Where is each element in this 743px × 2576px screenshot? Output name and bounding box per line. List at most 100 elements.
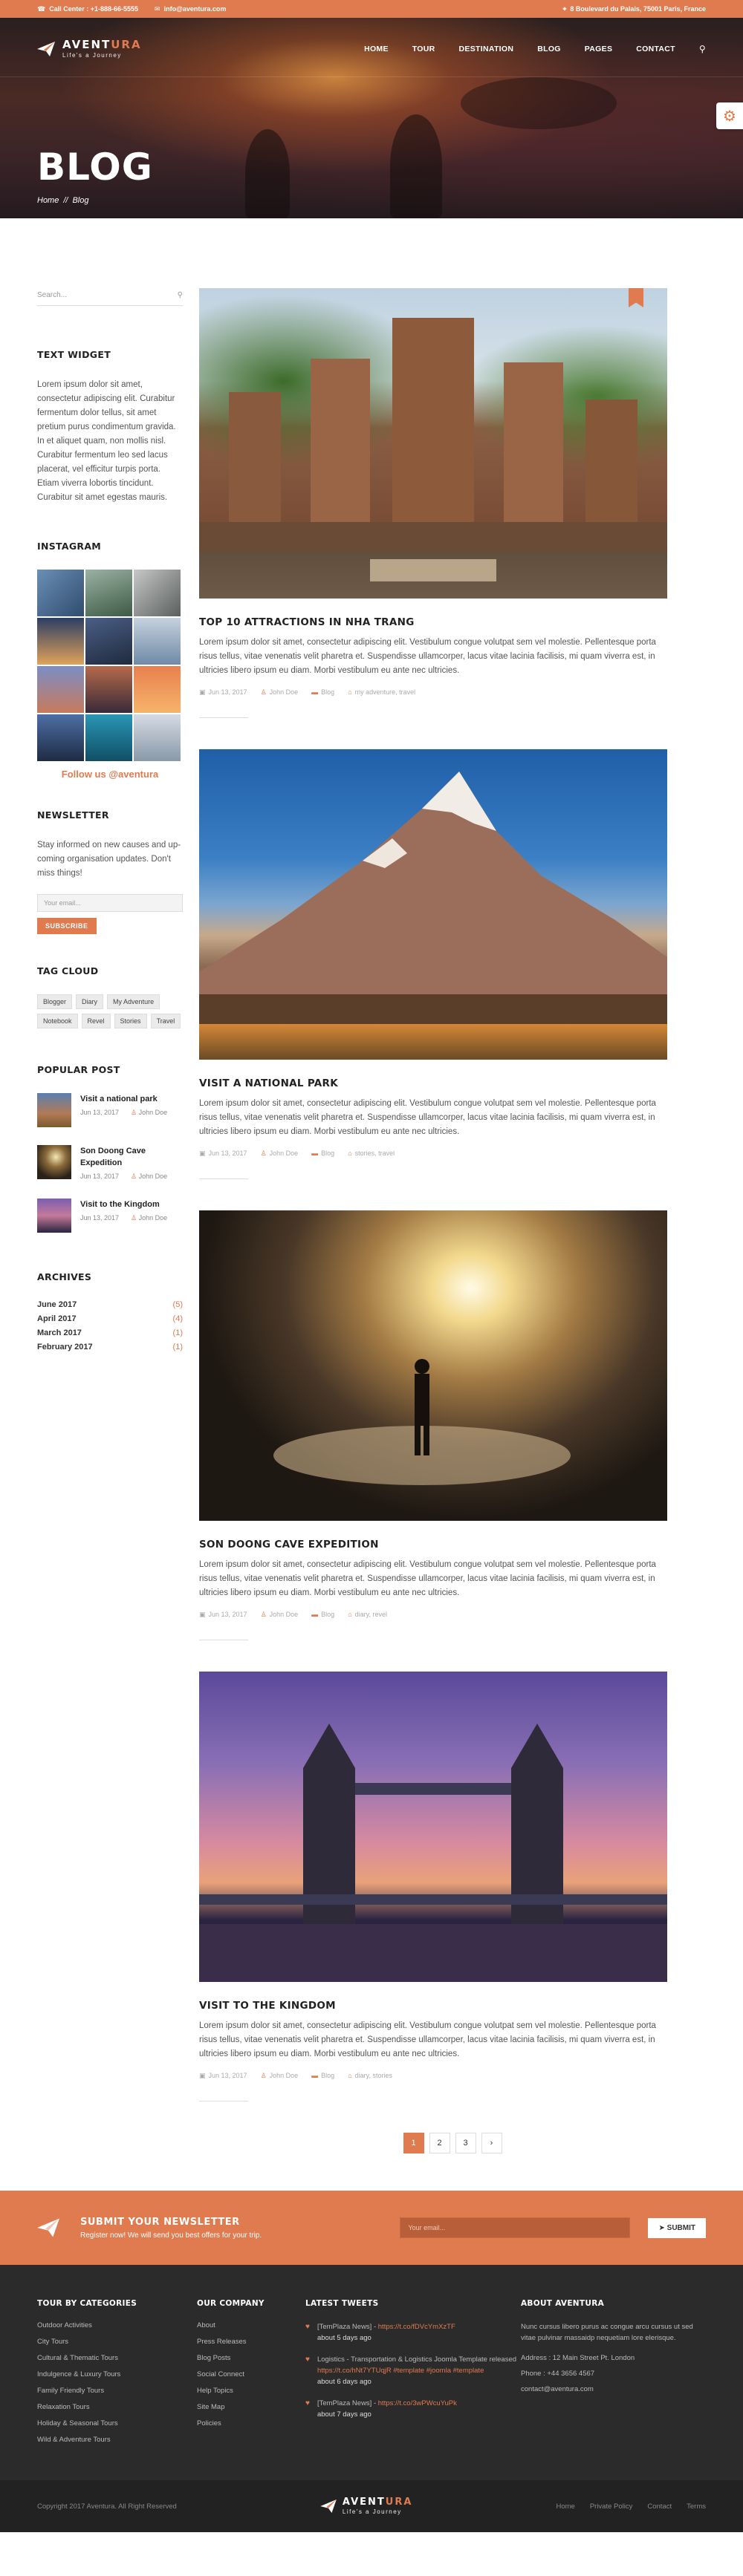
post-author[interactable]: John Doe	[270, 2072, 299, 2080]
archive-item[interactable]: February 2017 (1)	[37, 1343, 183, 1351]
post-title[interactable]: VISIT TO THE KINGDOM	[199, 2000, 706, 2012]
nav-blog[interactable]: BLOG	[537, 45, 561, 53]
post-tags[interactable]: stories, travel	[355, 1150, 395, 1158]
footer-category-link[interactable]: Holiday & Seasonal Tours	[37, 2419, 197, 2427]
tag-stories[interactable]: Stories	[114, 1014, 147, 1028]
popular-post-thumbnail[interactable]	[37, 1093, 71, 1127]
post-category[interactable]: Blog	[321, 2072, 334, 2080]
footer-link-contact[interactable]: Contact	[647, 2502, 672, 2511]
nav-tour[interactable]: TOUR	[412, 45, 435, 53]
popular-post-link[interactable]: Visit to the Kingdom	[80, 1199, 167, 1210]
instagram-photo[interactable]	[85, 570, 132, 616]
footer-company-link[interactable]: Press Releases	[197, 2338, 305, 2346]
tag-blogger[interactable]: Blogger	[37, 994, 73, 1009]
instagram-photo[interactable]	[37, 666, 84, 713]
footer-category-link[interactable]: Family Friendly Tours	[37, 2387, 197, 2395]
footer-category-link[interactable]: City Tours	[37, 2338, 197, 2346]
nav-pages[interactable]: PAGES	[585, 45, 612, 53]
post-author[interactable]: John Doe	[270, 1150, 299, 1158]
archive-item[interactable]: April 2017 (4)	[37, 1314, 183, 1323]
footer-company-link[interactable]: Help Topics	[197, 2387, 305, 2395]
post-tags[interactable]: diary, revel	[355, 1611, 387, 1619]
post-author[interactable]: John Doe	[270, 1611, 299, 1619]
post-image[interactable]	[199, 1672, 667, 1982]
popular-post-thumbnail[interactable]	[37, 1199, 71, 1233]
archive-item[interactable]: March 2017 (1)	[37, 1328, 183, 1337]
post-image[interactable]	[199, 749, 667, 1060]
footer-company-link[interactable]: Site Map	[197, 2403, 305, 2411]
footer-email[interactable]: contact@aventura.com	[521, 2385, 706, 2393]
footer-category-link[interactable]: Outdoor Activities	[37, 2321, 197, 2329]
post-author[interactable]: John Doe	[270, 688, 299, 697]
breadcrumb-home[interactable]: Home	[37, 196, 59, 205]
nav-destination[interactable]: DESTINATION	[459, 45, 514, 53]
popular-post-thumbnail[interactable]	[37, 1145, 71, 1179]
instagram-photo[interactable]	[37, 714, 84, 761]
post-title[interactable]: VISIT A NATIONAL PARK	[199, 1077, 706, 1089]
newsletter-band-email-field[interactable]: Your email...	[400, 2217, 631, 2238]
archive-item[interactable]: June 2017 (5)	[37, 1300, 183, 1309]
instagram-photo[interactable]	[85, 666, 132, 713]
footer-link-terms[interactable]: Terms	[687, 2502, 706, 2511]
page-3-button[interactable]: 3	[455, 2133, 476, 2153]
popular-post-link[interactable]: Son Doong Cave Expedition	[80, 1145, 183, 1169]
post-tags[interactable]: diary, stories	[355, 2072, 392, 2080]
search-icon[interactable]: ⚲	[178, 291, 183, 299]
footer-link-privacy[interactable]: Private Policy	[590, 2502, 633, 2511]
popular-post-link[interactable]: Visit a national park	[80, 1093, 167, 1105]
popular-post-item[interactable]: Visit to the Kingdom Jun 13, 2017 ♙ John …	[37, 1199, 183, 1233]
brand-logo[interactable]: AVENTURA Life's a Journey	[37, 39, 142, 59]
instagram-follow-link[interactable]: Follow us @aventura	[37, 769, 183, 780]
footer-company-link[interactable]: Policies	[197, 2419, 305, 2427]
instagram-photo[interactable]	[134, 714, 181, 761]
footer-category-link[interactable]: Cultural & Thematic Tours	[37, 2354, 197, 2362]
instagram-photo[interactable]	[134, 618, 181, 665]
instagram-photo[interactable]	[134, 570, 181, 616]
footer-company-link[interactable]: Blog Posts	[197, 2354, 305, 2362]
post-title[interactable]: TOP 10 ATTRACTIONS IN NHA TRANG	[199, 616, 706, 628]
instagram-photo[interactable]	[134, 666, 181, 713]
nav-home[interactable]: HOME	[364, 45, 389, 53]
post-image[interactable]	[199, 1210, 667, 1521]
tag-diary[interactable]: Diary	[76, 994, 104, 1009]
instagram-photo[interactable]	[37, 570, 84, 616]
footer-category-link[interactable]: Wild & Adventure Tours	[37, 2436, 197, 2444]
post-tags[interactable]: my adventure, travel	[355, 688, 416, 697]
popular-post-item[interactable]: Visit a national park Jun 13, 2017 ♙ John…	[37, 1093, 183, 1127]
tweet-link[interactable]: https://t.co/3wPWcuYuPk	[378, 2399, 457, 2407]
page-2-button[interactable]: 2	[429, 2133, 450, 2153]
tweet-link[interactable]: https://t.co/fDVcYmXzTF	[378, 2323, 455, 2331]
tweet-link[interactable]: https://t.co/hNt7YTUqjR #template #jooml…	[317, 2367, 484, 2375]
post-category[interactable]: Blog	[321, 688, 334, 697]
instagram-photo[interactable]	[85, 714, 132, 761]
post-title[interactable]: SON DOONG CAVE EXPEDITION	[199, 1539, 706, 1551]
email-label[interactable]: info@aventura.com	[164, 5, 227, 13]
sidebar-search[interactable]: Search... ⚲	[37, 288, 183, 306]
nav-contact[interactable]: CONTACT	[636, 45, 675, 53]
post-category[interactable]: Blog	[321, 1611, 334, 1619]
search-icon[interactable]: ⚲	[699, 44, 706, 54]
email-info[interactable]: ✉ info@aventura.com	[155, 5, 226, 13]
submit-button[interactable]: ➤ SUBMIT	[648, 2217, 706, 2238]
tag-travel[interactable]: Travel	[150, 1014, 181, 1028]
search-input[interactable]: Search...	[37, 291, 67, 299]
footer-category-link[interactable]: Indulgence & Luxury Tours	[37, 2370, 197, 2378]
footer-company-link[interactable]: Social Connect	[197, 2370, 305, 2378]
footer-logo[interactable]: AVENTURA Life's a Journey	[320, 2497, 413, 2515]
footer-company-link[interactable]: About	[197, 2321, 305, 2329]
footer-category-link[interactable]: Relaxation Tours	[37, 2403, 197, 2411]
tag-my-adventure[interactable]: My Adventure	[107, 994, 160, 1009]
popular-post-item[interactable]: Son Doong Cave Expedition Jun 13, 2017 ♙ …	[37, 1145, 183, 1181]
next-page-button[interactable]: ›	[481, 2133, 502, 2153]
subscribe-button[interactable]: SUBSCRIBE	[37, 918, 97, 934]
post-category[interactable]: Blog	[321, 1150, 334, 1158]
instagram-photo[interactable]	[85, 618, 132, 665]
newsletter-email-field[interactable]: Your email...	[37, 894, 183, 912]
tag-notebook[interactable]: Notebook	[37, 1014, 78, 1028]
post-image[interactable]	[199, 288, 667, 599]
tag-revel[interactable]: Revel	[81, 1014, 111, 1028]
instagram-photo[interactable]	[37, 618, 84, 665]
gear-icon[interactable]: ⚙	[716, 102, 743, 129]
page-1-button[interactable]: 1	[403, 2133, 424, 2153]
footer-link-home[interactable]: Home	[556, 2502, 574, 2511]
